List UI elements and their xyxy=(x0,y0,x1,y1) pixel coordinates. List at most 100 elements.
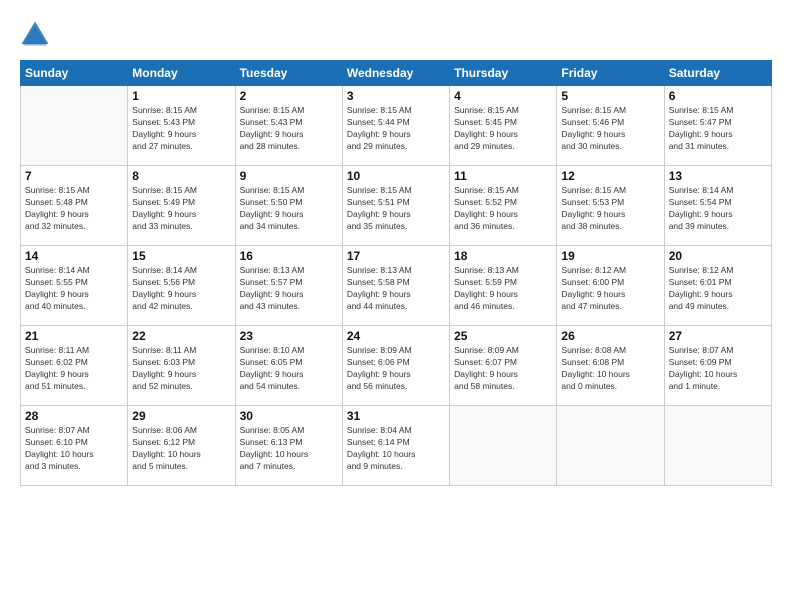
day-info: Sunrise: 8:05 AM Sunset: 6:13 PM Dayligh… xyxy=(240,425,338,473)
day-info: Sunrise: 8:15 AM Sunset: 5:46 PM Dayligh… xyxy=(561,105,659,153)
day-number: 16 xyxy=(240,249,338,263)
calendar-cell xyxy=(664,406,771,486)
day-info: Sunrise: 8:13 AM Sunset: 5:59 PM Dayligh… xyxy=(454,265,552,313)
weekday-header: Monday xyxy=(128,61,235,86)
day-number: 14 xyxy=(25,249,123,263)
day-number: 18 xyxy=(454,249,552,263)
day-info: Sunrise: 8:15 AM Sunset: 5:51 PM Dayligh… xyxy=(347,185,445,233)
day-info: Sunrise: 8:15 AM Sunset: 5:53 PM Dayligh… xyxy=(561,185,659,233)
day-number: 13 xyxy=(669,169,767,183)
calendar-week-row: 1 Sunrise: 8:15 AM Sunset: 5:43 PM Daylig… xyxy=(21,86,772,166)
day-number: 12 xyxy=(561,169,659,183)
day-number: 10 xyxy=(347,169,445,183)
calendar-cell: 1 Sunrise: 8:15 AM Sunset: 5:43 PM Daylig… xyxy=(128,86,235,166)
day-number: 21 xyxy=(25,329,123,343)
calendar-cell: 3 Sunrise: 8:15 AM Sunset: 5:44 PM Daylig… xyxy=(342,86,449,166)
day-info: Sunrise: 8:14 AM Sunset: 5:54 PM Dayligh… xyxy=(669,185,767,233)
weekday-header: Wednesday xyxy=(342,61,449,86)
calendar-cell: 19 Sunrise: 8:12 AM Sunset: 6:00 PM Dayli… xyxy=(557,246,664,326)
day-info: Sunrise: 8:12 AM Sunset: 6:01 PM Dayligh… xyxy=(669,265,767,313)
day-number: 19 xyxy=(561,249,659,263)
weekday-header: Friday xyxy=(557,61,664,86)
calendar-cell: 31Sunrise: 8:04 AM Sunset: 6:14 PM Dayli… xyxy=(342,406,449,486)
day-number: 30 xyxy=(240,409,338,423)
calendar-cell: 26Sunrise: 8:08 AM Sunset: 6:08 PM Dayli… xyxy=(557,326,664,406)
logo-icon xyxy=(20,20,50,50)
day-info: Sunrise: 8:08 AM Sunset: 6:08 PM Dayligh… xyxy=(561,345,659,393)
calendar-cell: 11 Sunrise: 8:15 AM Sunset: 5:52 PM Dayli… xyxy=(450,166,557,246)
page-header xyxy=(20,20,772,50)
day-info: Sunrise: 8:15 AM Sunset: 5:48 PM Dayligh… xyxy=(25,185,123,233)
calendar-cell: 5 Sunrise: 8:15 AM Sunset: 5:46 PM Daylig… xyxy=(557,86,664,166)
day-info: Sunrise: 8:09 AM Sunset: 6:07 PM Dayligh… xyxy=(454,345,552,393)
day-number: 2 xyxy=(240,89,338,103)
calendar-cell: 27Sunrise: 8:07 AM Sunset: 6:09 PM Dayli… xyxy=(664,326,771,406)
weekday-header-row: SundayMondayTuesdayWednesdayThursdayFrid… xyxy=(21,61,772,86)
day-info: Sunrise: 8:09 AM Sunset: 6:06 PM Dayligh… xyxy=(347,345,445,393)
day-number: 23 xyxy=(240,329,338,343)
calendar-cell xyxy=(557,406,664,486)
day-number: 3 xyxy=(347,89,445,103)
calendar-cell: 6 Sunrise: 8:15 AM Sunset: 5:47 PM Daylig… xyxy=(664,86,771,166)
day-number: 1 xyxy=(132,89,230,103)
day-number: 9 xyxy=(240,169,338,183)
logo xyxy=(20,20,54,50)
calendar-cell: 13 Sunrise: 8:14 AM Sunset: 5:54 PM Dayli… xyxy=(664,166,771,246)
calendar-cell: 23 Sunrise: 8:10 AM Sunset: 6:05 PM Dayli… xyxy=(235,326,342,406)
calendar-cell: 12 Sunrise: 8:15 AM Sunset: 5:53 PM Dayli… xyxy=(557,166,664,246)
day-info: Sunrise: 8:14 AM Sunset: 5:56 PM Dayligh… xyxy=(132,265,230,313)
day-number: 8 xyxy=(132,169,230,183)
calendar-cell: 18 Sunrise: 8:13 AM Sunset: 5:59 PM Dayli… xyxy=(450,246,557,326)
day-info: Sunrise: 8:15 AM Sunset: 5:52 PM Dayligh… xyxy=(454,185,552,233)
calendar-cell: 28 Sunrise: 8:07 AM Sunset: 6:10 PM Dayli… xyxy=(21,406,128,486)
weekday-header: Tuesday xyxy=(235,61,342,86)
day-number: 15 xyxy=(132,249,230,263)
day-number: 6 xyxy=(669,89,767,103)
calendar-cell: 2 Sunrise: 8:15 AM Sunset: 5:43 PM Daylig… xyxy=(235,86,342,166)
weekday-header: Saturday xyxy=(664,61,771,86)
day-number: 7 xyxy=(25,169,123,183)
day-info: Sunrise: 8:10 AM Sunset: 6:05 PM Dayligh… xyxy=(240,345,338,393)
day-info: Sunrise: 8:07 AM Sunset: 6:10 PM Dayligh… xyxy=(25,425,123,473)
day-info: Sunrise: 8:15 AM Sunset: 5:43 PM Dayligh… xyxy=(132,105,230,153)
calendar-cell xyxy=(450,406,557,486)
day-number: 20 xyxy=(669,249,767,263)
day-info: Sunrise: 8:15 AM Sunset: 5:44 PM Dayligh… xyxy=(347,105,445,153)
day-info: Sunrise: 8:04 AM Sunset: 6:14 PM Dayligh… xyxy=(347,425,445,473)
day-info: Sunrise: 8:14 AM Sunset: 5:55 PM Dayligh… xyxy=(25,265,123,313)
calendar-cell: 10 Sunrise: 8:15 AM Sunset: 5:51 PM Dayli… xyxy=(342,166,449,246)
calendar-cell: 17Sunrise: 8:13 AM Sunset: 5:58 PM Dayli… xyxy=(342,246,449,326)
day-number: 24 xyxy=(347,329,445,343)
calendar-week-row: 28 Sunrise: 8:07 AM Sunset: 6:10 PM Dayli… xyxy=(21,406,772,486)
day-number: 4 xyxy=(454,89,552,103)
day-info: Sunrise: 8:12 AM Sunset: 6:00 PM Dayligh… xyxy=(561,265,659,313)
day-info: Sunrise: 8:11 AM Sunset: 6:02 PM Dayligh… xyxy=(25,345,123,393)
calendar-cell: 29 Sunrise: 8:06 AM Sunset: 6:12 PM Dayli… xyxy=(128,406,235,486)
day-number: 25 xyxy=(454,329,552,343)
calendar-cell: 21 Sunrise: 8:11 AM Sunset: 6:02 PM Dayli… xyxy=(21,326,128,406)
day-info: Sunrise: 8:15 AM Sunset: 5:50 PM Dayligh… xyxy=(240,185,338,233)
calendar-table: SundayMondayTuesdayWednesdayThursdayFrid… xyxy=(20,60,772,486)
day-info: Sunrise: 8:15 AM Sunset: 5:47 PM Dayligh… xyxy=(669,105,767,153)
day-number: 22 xyxy=(132,329,230,343)
calendar-cell: 15 Sunrise: 8:14 AM Sunset: 5:56 PM Dayli… xyxy=(128,246,235,326)
calendar-week-row: 14 Sunrise: 8:14 AM Sunset: 5:55 PM Dayli… xyxy=(21,246,772,326)
calendar-cell: 14 Sunrise: 8:14 AM Sunset: 5:55 PM Dayli… xyxy=(21,246,128,326)
day-number: 29 xyxy=(132,409,230,423)
calendar-week-row: 7 Sunrise: 8:15 AM Sunset: 5:48 PM Daylig… xyxy=(21,166,772,246)
day-info: Sunrise: 8:07 AM Sunset: 6:09 PM Dayligh… xyxy=(669,345,767,393)
day-info: Sunrise: 8:15 AM Sunset: 5:43 PM Dayligh… xyxy=(240,105,338,153)
calendar-cell: 9 Sunrise: 8:15 AM Sunset: 5:50 PM Daylig… xyxy=(235,166,342,246)
day-number: 5 xyxy=(561,89,659,103)
day-number: 28 xyxy=(25,409,123,423)
day-number: 11 xyxy=(454,169,552,183)
day-info: Sunrise: 8:06 AM Sunset: 6:12 PM Dayligh… xyxy=(132,425,230,473)
calendar-cell: 20 Sunrise: 8:12 AM Sunset: 6:01 PM Dayli… xyxy=(664,246,771,326)
calendar-cell: 7 Sunrise: 8:15 AM Sunset: 5:48 PM Daylig… xyxy=(21,166,128,246)
weekday-header: Thursday xyxy=(450,61,557,86)
day-info: Sunrise: 8:11 AM Sunset: 6:03 PM Dayligh… xyxy=(132,345,230,393)
calendar-cell: 4Sunrise: 8:15 AM Sunset: 5:45 PM Daylig… xyxy=(450,86,557,166)
calendar-week-row: 21 Sunrise: 8:11 AM Sunset: 6:02 PM Dayli… xyxy=(21,326,772,406)
calendar-cell: 16Sunrise: 8:13 AM Sunset: 5:57 PM Dayli… xyxy=(235,246,342,326)
calendar-cell: 24 Sunrise: 8:09 AM Sunset: 6:06 PM Dayli… xyxy=(342,326,449,406)
